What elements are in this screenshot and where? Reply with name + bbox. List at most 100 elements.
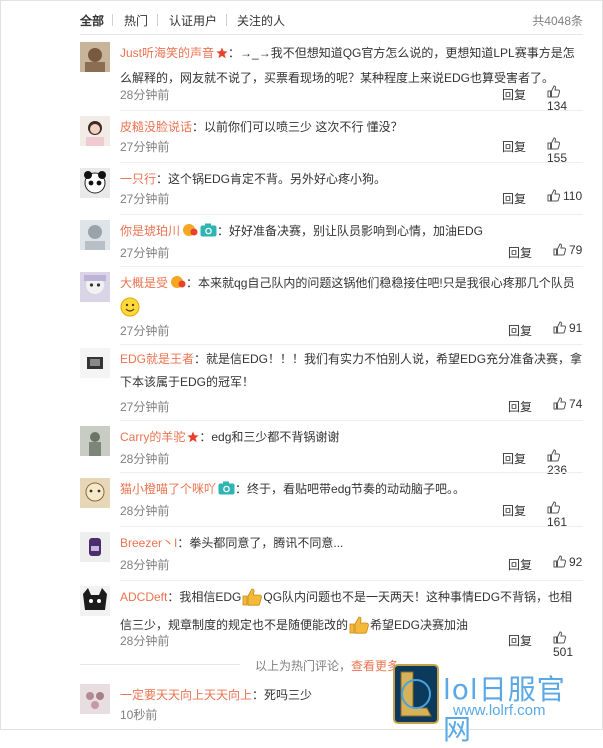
tab-verified[interactable]: 认证用户 xyxy=(169,12,217,29)
avatar[interactable] xyxy=(80,532,110,562)
thumbs-up-emoji-icon xyxy=(241,588,263,614)
comment-text: ：我相信EDG xyxy=(167,590,242,604)
comment-text: ：死吗三少 xyxy=(252,688,313,702)
comment-time: 27分钟前 xyxy=(120,192,170,206)
username-link[interactable]: 猫小橙喵了个咪吖 xyxy=(120,482,216,496)
like-count: 74 xyxy=(569,397,583,411)
comment-time: 28分钟前 xyxy=(120,88,170,102)
divider xyxy=(120,472,583,473)
reply-button[interactable]: 回复 xyxy=(508,244,532,261)
thumbs-up-icon xyxy=(547,189,561,202)
avatar[interactable] xyxy=(80,168,110,198)
like-button[interactable]: 134 xyxy=(547,85,583,113)
smile-emoji-icon xyxy=(120,297,140,325)
comment-time: 28分钟前 xyxy=(120,558,170,572)
divider xyxy=(120,344,583,345)
tab-following[interactable]: 关注的人 xyxy=(237,12,285,29)
thumbs-up-icon xyxy=(547,449,561,462)
username-link[interactable]: Just听海笑的声音 xyxy=(120,46,214,60)
reply-button[interactable]: 回复 xyxy=(508,398,532,415)
like-count: 91 xyxy=(569,321,583,335)
camera-badge-icon xyxy=(200,222,217,245)
like-count: 501 xyxy=(553,645,574,659)
divider xyxy=(120,266,583,267)
comment-body: 大概是受 ：本来就qg自己队内的问题这锅他们稳稳接住吧!只是我很心疼那几个队员 xyxy=(120,272,583,325)
divider xyxy=(80,664,240,665)
divider xyxy=(120,214,583,215)
reply-button[interactable]: 回复 xyxy=(502,190,526,207)
reply-button[interactable]: 回复 xyxy=(502,138,526,155)
reply-button[interactable]: 回复 xyxy=(502,86,526,103)
avatar[interactable] xyxy=(80,426,110,456)
avatar[interactable] xyxy=(80,684,110,714)
comment-body: Carry的羊驼 ：edg和三少都不背锅谢谢 xyxy=(120,426,583,451)
reply-button[interactable]: 回复 xyxy=(508,322,532,339)
avatar[interactable] xyxy=(80,348,110,378)
username-link[interactable]: 大概是受 xyxy=(120,276,168,290)
comment-text: ：这个锅EDG肯定不背。另外好心疼小狗。 xyxy=(156,172,387,186)
username-link[interactable]: ADCDeft xyxy=(120,590,167,604)
avatar[interactable] xyxy=(80,220,110,250)
watermark-url: www.lolrf.com xyxy=(453,702,546,719)
filter-tabs: 全部 热门 认证用户 关注的人 共4048条 xyxy=(80,12,583,32)
comment-body: 一只行：这个锅EDG肯定不背。另外好心疼小狗。 xyxy=(120,168,583,191)
divider xyxy=(120,580,583,581)
thumbs-up-emoji-icon xyxy=(348,616,370,642)
comment-body: EDG就是王者：就是信EDG！！！我们有实力不怕别人说，希望EDG充分准备决赛，… xyxy=(120,348,583,394)
thumbs-up-icon xyxy=(553,397,567,410)
like-button[interactable]: 74 xyxy=(553,397,582,411)
username-link[interactable]: Carry的羊驼 xyxy=(120,430,185,444)
hot-comments-footer: 以上为热门评论，查看更多 xyxy=(255,657,399,674)
avatar[interactable] xyxy=(80,42,110,72)
comment-body: 你是琥珀川 ：好好准备决赛，别让队员影响到心情，加油EDG xyxy=(120,220,583,245)
like-button[interactable]: 92 xyxy=(553,555,582,569)
username-link[interactable]: 皮糙没脸说话 xyxy=(120,120,192,134)
comment-text: ：终于，看贴吧带edg节奏的动动脑子吧。。 xyxy=(235,482,466,496)
like-button[interactable]: 155 xyxy=(547,137,583,165)
site-watermark: lol日服官网 www.lolrf.com xyxy=(393,664,593,746)
like-count: 79 xyxy=(569,243,583,257)
reply-button[interactable]: 回复 xyxy=(502,502,526,519)
reply-button[interactable]: 回复 xyxy=(508,556,532,573)
username-link[interactable]: Breezer丶I xyxy=(120,536,177,550)
username-link[interactable]: 一定要天天向上天天向上 xyxy=(120,688,252,702)
like-button[interactable]: 501 xyxy=(553,631,583,659)
comment-body: Just听海笑的声音 ：→_→我不但想知道QG官方怎么说的，更想知道LPL赛事方是… xyxy=(120,42,583,90)
like-button[interactable]: 110 xyxy=(547,189,582,203)
username-link[interactable]: 一只行 xyxy=(120,172,156,186)
avatar[interactable] xyxy=(80,478,110,508)
like-button[interactable]: 161 xyxy=(547,501,583,529)
comment-time: 28分钟前 xyxy=(120,452,170,466)
avatar[interactable] xyxy=(80,586,110,616)
thumbs-up-icon xyxy=(553,243,567,256)
hand-badge-icon xyxy=(182,222,198,245)
avatar[interactable] xyxy=(80,116,110,146)
username-link[interactable]: EDG就是王者 xyxy=(120,352,194,366)
hand-badge-icon xyxy=(170,274,186,297)
comment-time: 27分钟前 xyxy=(120,400,170,414)
tab-divider xyxy=(157,14,158,26)
thumbs-up-icon xyxy=(547,85,561,98)
divider xyxy=(120,526,583,527)
see-more-link[interactable]: 查看更多 xyxy=(351,659,399,673)
tab-all[interactable]: 全部 xyxy=(80,12,104,29)
tab-hot[interactable]: 热门 xyxy=(124,12,148,29)
comment-time: 27分钟前 xyxy=(120,246,170,260)
reply-button[interactable]: 回复 xyxy=(508,632,532,649)
footer-note-text: 以上为热门评论， xyxy=(255,659,352,673)
like-button[interactable]: 79 xyxy=(553,243,582,257)
tab-divider xyxy=(226,14,227,26)
camera-badge-icon xyxy=(218,480,235,503)
like-count: 236 xyxy=(547,463,568,477)
username-link[interactable]: 你是琥珀川 xyxy=(120,224,180,238)
thumbs-up-icon xyxy=(547,137,561,150)
star-badge-icon xyxy=(216,44,228,67)
reply-button[interactable]: 回复 xyxy=(502,450,526,467)
thumbs-up-icon xyxy=(553,631,567,644)
avatar[interactable] xyxy=(80,272,110,302)
like-button[interactable]: 91 xyxy=(553,321,582,335)
thumbs-up-icon xyxy=(553,321,567,334)
comment-body: 皮糙没脸说话：以前你们可以喷三少 这次不行 懂没？ xyxy=(120,116,583,139)
divider xyxy=(120,110,583,111)
comment-text: ：好好准备决赛，别让队员影响到心情，加油EDG xyxy=(217,224,484,238)
